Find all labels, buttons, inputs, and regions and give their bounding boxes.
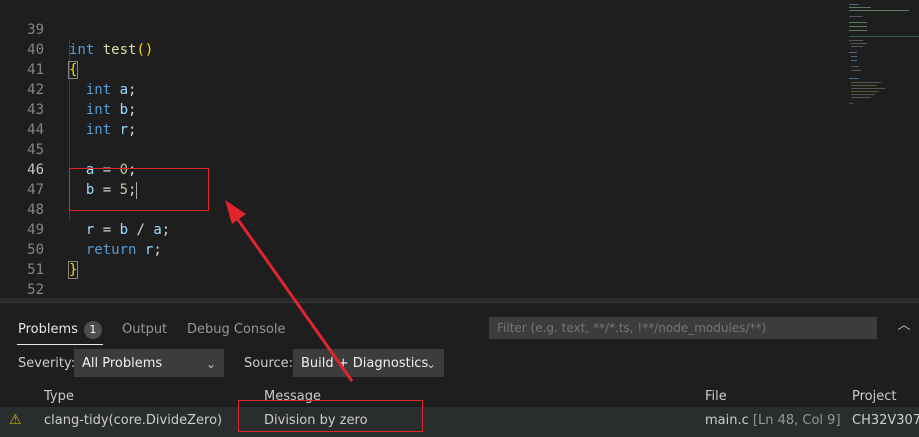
chevron-down-icon: ⌄ [205,357,216,371]
active-tab-indicator [17,344,103,345]
source-label: Source: [244,356,294,371]
column-header-type[interactable]: Type [44,389,74,404]
keyword: int [85,82,112,98]
file-location: [Ln 48, Col 9] [752,413,841,428]
file-name: main.c [705,413,749,428]
code-line-39[interactable]: 39 int test() [0,0,153,58]
code-line-42[interactable]: 42 int b; [0,60,136,118]
code-line-43[interactable]: 43 int r; [0,80,136,138]
problem-type: clang-tidy(core.DivideZero) [44,413,223,428]
minimap[interactable] [843,0,919,302]
variable: b [119,222,129,238]
tab-output[interactable]: Output [122,320,167,340]
operator: = [94,222,120,238]
code-line-52[interactable]: 52 int main(void) [0,260,44,298]
brace: { [67,61,79,79]
code-editor[interactable]: 39 int test() 40 { 41 int a; 42 int b; 4… [0,0,919,302]
code-line-44[interactable]: 44 [0,100,44,138]
tab-label: Problems [18,322,78,337]
code-line-48[interactable]: 48 r = b / a; [0,180,170,238]
problem-project: CH32V307R [852,413,919,428]
semicolon: ; [128,82,137,98]
severity-value: All Problems [82,356,163,371]
source-select[interactable]: Build + Diagnostics ⌄ [293,349,444,377]
code-line-40[interactable]: 40 { [0,20,79,79]
severity-select[interactable]: All Problems ⌄ [74,349,224,377]
semicolon: ; [128,102,137,118]
variable: a [153,222,162,238]
function-name: test [102,42,137,58]
problems-count-badge: 1 [83,320,102,339]
warning-icon: ⚠ [9,412,22,428]
tab-problems[interactable]: Problems 1 [18,320,102,340]
code-line-46[interactable]: 46 b = 5; [0,140,138,199]
code-line-51[interactable]: 51 [0,240,44,278]
column-header-project[interactable]: Project [852,389,896,404]
code-line-49[interactable]: 49 return r; [0,200,162,258]
problem-file: main.c [Ln 48, Col 9] [705,413,841,428]
filter-input[interactable] [489,317,877,339]
severity-label: Severity: [18,356,76,371]
semicolon: ; [153,242,162,258]
parens: () [136,42,154,58]
code-line-47[interactable]: 47 [0,160,44,198]
keyword: return [85,242,137,258]
annotation-box-message [238,400,423,432]
code-line-41[interactable]: 41 int a; [0,40,136,98]
code-line-50[interactable]: 50 } [0,220,79,279]
problem-row[interactable]: ⚠ clang-tidy(core.DivideZero) Division b… [0,407,919,437]
chevron-down-icon: ⌄ [425,357,436,371]
source-value: Build + Diagnostics [301,356,429,371]
keyword: int [85,122,112,138]
variable: b [119,102,129,118]
problems-panel: Problems 1 Output Debug Console ︿ Severit… [0,302,919,437]
variable: r [119,122,129,138]
annotation-box-code [69,168,209,211]
variable: a [119,82,129,98]
code-line-45[interactable]: 45 a = 0; [0,120,136,178]
semicolon: ; [128,122,137,138]
keyword: int [69,42,95,58]
code-line-53[interactable]: 53 { [0,280,34,300]
chevron-up-icon[interactable]: ︿ [897,319,911,333]
semicolon: ; [161,222,171,238]
keyword: int [85,102,112,118]
operator: / [128,222,154,238]
tab-debug-console[interactable]: Debug Console [187,320,286,340]
brace: } [67,261,79,279]
column-header-file[interactable]: File [705,389,727,404]
